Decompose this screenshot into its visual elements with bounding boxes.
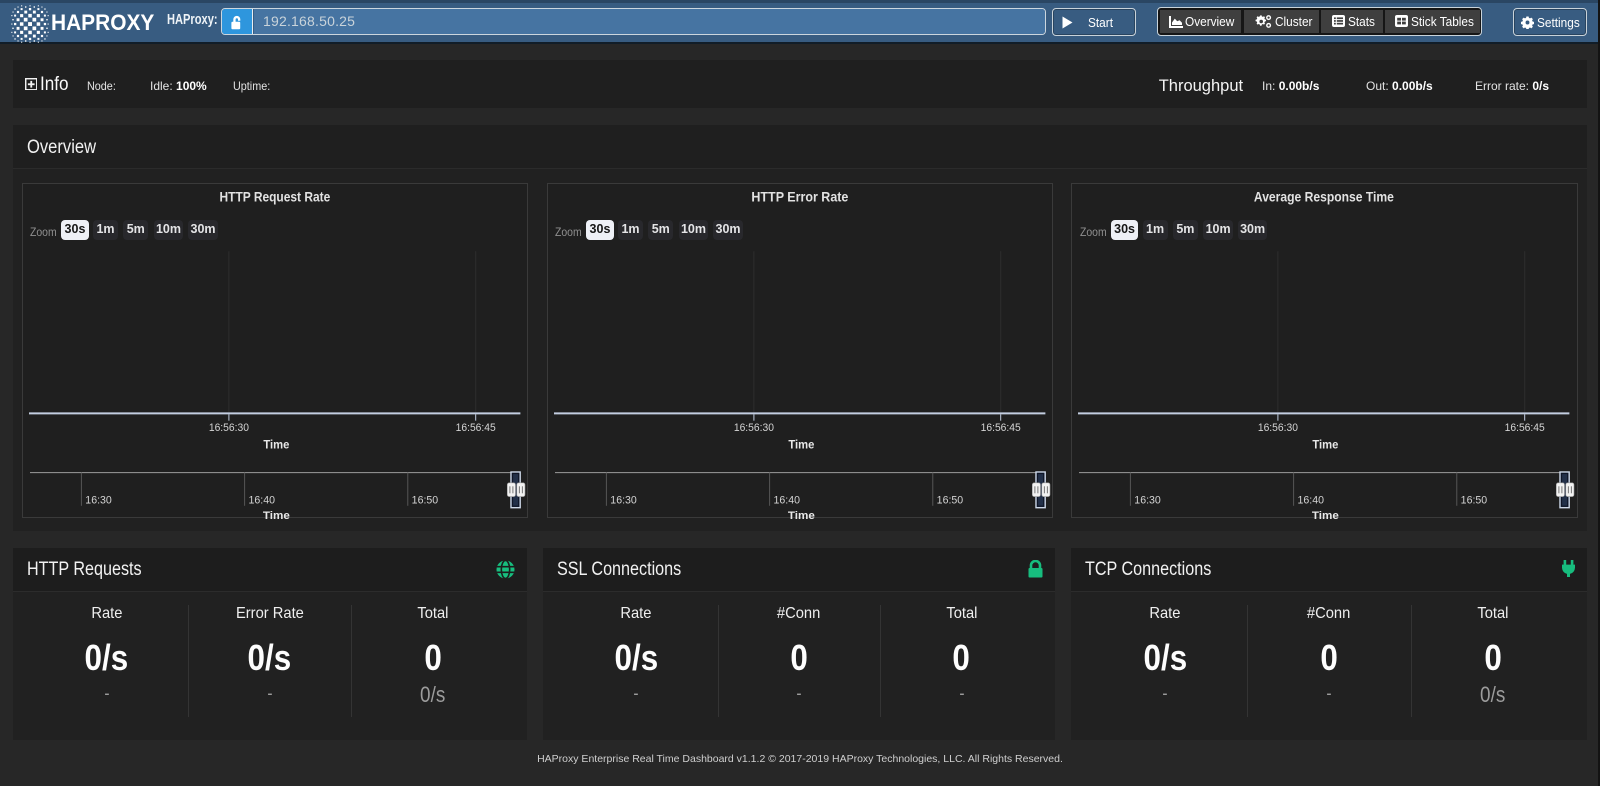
svg-text:Time: Time bbox=[263, 437, 289, 451]
svg-text:16:56:45: 16:56:45 bbox=[980, 421, 1020, 433]
svg-text:16:40: 16:40 bbox=[1298, 494, 1324, 506]
svg-text:16:30: 16:30 bbox=[610, 494, 636, 506]
svg-text:Average Response Time: Average Response Time bbox=[1254, 188, 1394, 204]
svg-text:16:50: 16:50 bbox=[411, 494, 437, 506]
svg-text:Time: Time bbox=[1312, 510, 1339, 522]
svg-text:HTTP Request Rate: HTTP Request Rate bbox=[219, 188, 330, 204]
svg-text:16:56:45: 16:56:45 bbox=[455, 421, 495, 433]
svg-text:16:56:30: 16:56:30 bbox=[733, 421, 773, 433]
svg-text:16:50: 16:50 bbox=[1461, 494, 1487, 506]
svg-text:16:40: 16:40 bbox=[773, 494, 799, 506]
svg-text:Time: Time bbox=[788, 437, 814, 451]
svg-text:16:30: 16:30 bbox=[1134, 494, 1160, 506]
svg-text:16:56:45: 16:56:45 bbox=[1505, 421, 1545, 433]
svg-text:16:50: 16:50 bbox=[936, 494, 962, 506]
svg-text:16:40: 16:40 bbox=[248, 494, 274, 506]
svg-text:16:30: 16:30 bbox=[85, 494, 111, 506]
svg-text:Time: Time bbox=[262, 510, 289, 522]
svg-text:16:56:30: 16:56:30 bbox=[1258, 421, 1298, 433]
svg-text:Time: Time bbox=[787, 510, 814, 522]
svg-text:16:56:30: 16:56:30 bbox=[208, 421, 248, 433]
svg-text:HTTP Error Rate: HTTP Error Rate bbox=[751, 188, 848, 204]
svg-text:Time: Time bbox=[1313, 437, 1339, 451]
